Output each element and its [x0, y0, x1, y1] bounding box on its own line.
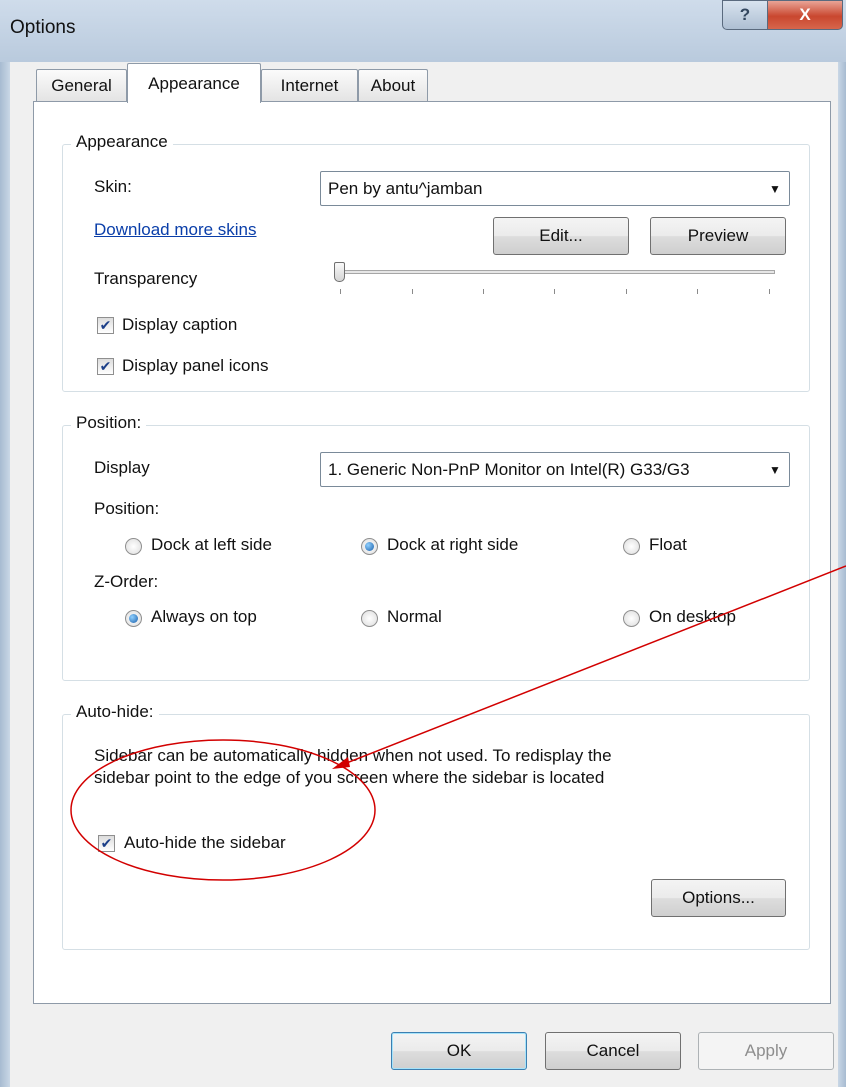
close-icon: X [799, 5, 811, 24]
display-caption-label: Display caption [122, 315, 238, 334]
preview-button[interactable]: Preview [650, 217, 786, 255]
transparency-slider-track[interactable] [335, 270, 775, 274]
tab-label: About [370, 76, 416, 95]
tab-label: Internet [280, 76, 339, 95]
on-desktop-label: On desktop [649, 607, 736, 626]
edit-button[interactable]: Edit... [493, 217, 629, 255]
always-on-top-label: Always on top [151, 607, 257, 626]
dock-right-radio[interactable] [361, 538, 378, 555]
position-group: Position: Display 1. Generic Non-PnP Mon… [62, 413, 810, 681]
skin-select[interactable]: Pen by antu^jamban ▼ [320, 171, 790, 206]
apply-button-label: Apply [744, 1041, 788, 1060]
tab-label: Appearance [148, 73, 240, 93]
display-panel-icons-label: Display panel icons [122, 356, 269, 375]
help-icon: ? [739, 5, 751, 24]
group-title: Auto-hide: [71, 702, 159, 722]
tab-label: General [51, 76, 112, 95]
float-radio[interactable] [623, 538, 640, 555]
autohide-description-line1: Sidebar can be automatically hidden when… [94, 746, 612, 765]
display-panel-icons-checkbox[interactable]: ✔ [97, 358, 114, 375]
preview-button-label: Preview [687, 226, 749, 245]
checkmark-icon: ✔ [99, 317, 112, 333]
skin-value: Pen by antu^jamban [328, 178, 483, 198]
display-value: 1. Generic Non-PnP Monitor on Intel(R) G… [328, 459, 690, 479]
dock-left-radio[interactable] [125, 538, 142, 555]
display-select[interactable]: 1. Generic Non-PnP Monitor on Intel(R) G… [320, 452, 790, 487]
checkmark-icon: ✔ [100, 835, 113, 851]
position-label: Position: [94, 499, 160, 518]
autohide-checkbox[interactable]: ✔ [98, 835, 115, 852]
display-caption-checkbox[interactable]: ✔ [97, 317, 114, 334]
slider-tick [412, 289, 413, 294]
chevron-down-icon: ▼ [761, 172, 789, 205]
display-label: Display [94, 458, 150, 477]
edit-button-label: Edit... [539, 226, 583, 245]
float-label: Float [649, 535, 687, 554]
tab-internet[interactable]: Internet [261, 69, 358, 102]
normal-radio[interactable] [361, 610, 378, 627]
download-skins-link[interactable]: Download more skins [94, 220, 257, 240]
checkmark-icon: ✔ [99, 358, 112, 374]
transparency-slider-thumb[interactable] [334, 262, 345, 282]
group-title: Position: [71, 413, 147, 433]
tab-appearance[interactable]: Appearance [127, 63, 261, 103]
cancel-button-label: Cancel [586, 1041, 640, 1060]
chevron-down-icon: ▼ [761, 453, 789, 486]
always-on-top-radio[interactable] [125, 610, 142, 627]
window-title: Options [10, 17, 76, 38]
tab-general[interactable]: General [36, 69, 127, 102]
on-desktop-radio[interactable] [623, 610, 640, 627]
group-title: Appearance [71, 132, 173, 152]
options-button-label: Options... [682, 888, 755, 907]
dock-right-label: Dock at right side [387, 535, 519, 554]
window-frame-right [838, 62, 846, 1087]
apply-button[interactable]: Apply [698, 1032, 834, 1070]
slider-tick [483, 289, 484, 294]
close-button[interactable]: X [767, 0, 843, 30]
slider-tick [697, 289, 698, 294]
autohide-group: Auto-hide: Sidebar can be automatically … [62, 702, 810, 950]
dock-left-label: Dock at left side [151, 535, 272, 554]
title-bar: Options ? X [0, 0, 846, 62]
zorder-label: Z-Order: [94, 572, 159, 591]
normal-label: Normal [387, 607, 442, 626]
appearance-group: Appearance Skin: Pen by antu^jamban ▼ Do… [62, 132, 810, 392]
slider-tick [626, 289, 627, 294]
window-frame-left [0, 62, 10, 1087]
transparency-label: Transparency [94, 269, 198, 288]
slider-tick [554, 289, 555, 294]
slider-tick [769, 289, 770, 294]
ok-button[interactable]: OK [391, 1032, 527, 1070]
autohide-checkbox-label: Auto-hide the sidebar [124, 833, 286, 852]
tab-panel-appearance: Appearance Skin: Pen by antu^jamban ▼ Do… [33, 101, 831, 1004]
ok-button-label: OK [446, 1041, 472, 1060]
dialog-client-area: General Appearance Internet About Appear… [10, 62, 838, 1087]
slider-tick [340, 289, 341, 294]
tab-about[interactable]: About [358, 69, 428, 102]
skin-label: Skin: [94, 177, 132, 196]
help-button[interactable]: ? [722, 0, 768, 30]
autohide-description-line2: sidebar point to the edge of you screen … [94, 768, 605, 787]
cancel-button[interactable]: Cancel [545, 1032, 681, 1070]
autohide-options-button[interactable]: Options... [651, 879, 786, 917]
